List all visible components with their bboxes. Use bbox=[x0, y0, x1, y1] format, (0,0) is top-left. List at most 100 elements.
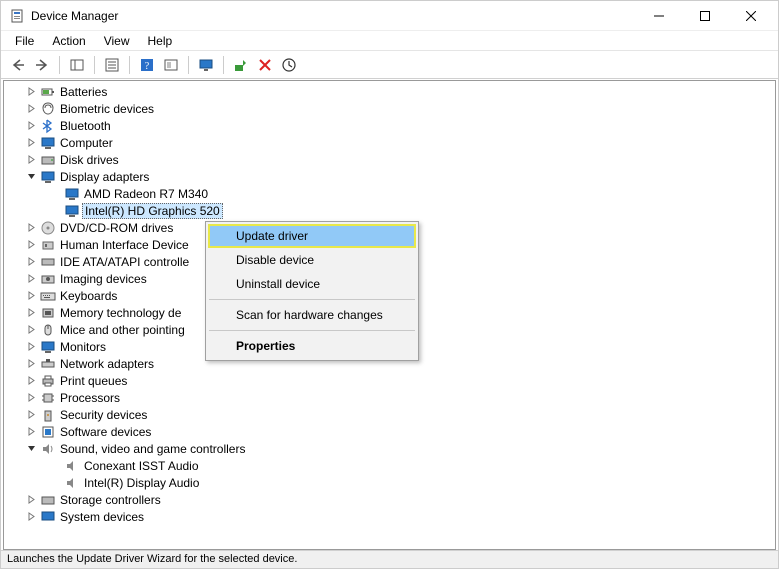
expander-collapsed-icon[interactable] bbox=[24, 238, 38, 252]
expander-none bbox=[48, 204, 62, 218]
tree-label: Batteries bbox=[60, 85, 107, 99]
toolbar-separator bbox=[129, 56, 130, 74]
uninstall-button[interactable] bbox=[254, 54, 276, 76]
toolbar-separator bbox=[188, 56, 189, 74]
expander-collapsed-icon[interactable] bbox=[24, 340, 38, 354]
tree-label: Imaging devices bbox=[60, 272, 147, 286]
tree-label: Storage controllers bbox=[60, 493, 161, 507]
expander-collapsed-icon[interactable] bbox=[24, 493, 38, 507]
expander-collapsed-icon[interactable] bbox=[24, 221, 38, 235]
tree-row[interactable]: Software devices bbox=[4, 423, 775, 440]
tree-row[interactable]: AMD Radeon R7 M340 bbox=[4, 185, 775, 202]
tree-row[interactable]: Security devices bbox=[4, 406, 775, 423]
show-hidden-button[interactable] bbox=[160, 54, 182, 76]
biometric-icon bbox=[40, 101, 56, 117]
maximize-button[interactable] bbox=[682, 1, 728, 31]
dvd-icon bbox=[40, 220, 56, 236]
forward-button[interactable] bbox=[31, 54, 53, 76]
ide-icon bbox=[40, 254, 56, 270]
expander-collapsed-icon[interactable] bbox=[24, 323, 38, 337]
mouse-icon bbox=[40, 322, 56, 338]
tree-label: System devices bbox=[60, 510, 144, 524]
tree-row[interactable]: Storage controllers bbox=[4, 491, 775, 508]
expander-collapsed-icon[interactable] bbox=[24, 136, 38, 150]
expander-collapsed-icon[interactable] bbox=[24, 153, 38, 167]
expander-collapsed-icon[interactable] bbox=[24, 119, 38, 133]
context-disable-device[interactable]: Disable device bbox=[208, 248, 416, 272]
expander-collapsed-icon[interactable] bbox=[24, 85, 38, 99]
tree-row[interactable]: Intel(R) Display Audio bbox=[4, 474, 775, 491]
svg-text:?: ? bbox=[145, 61, 150, 72]
tree-label: Human Interface Device bbox=[60, 238, 189, 252]
network-icon bbox=[40, 356, 56, 372]
tree-row[interactable]: Display adapters bbox=[4, 168, 775, 185]
app-icon bbox=[9, 8, 25, 24]
tree-row-selected[interactable]: Intel(R) HD Graphics 520 bbox=[4, 202, 775, 219]
software-icon bbox=[40, 424, 56, 440]
context-menu: Update driver Disable device Uninstall d… bbox=[205, 221, 419, 361]
update-driver-button[interactable] bbox=[230, 54, 252, 76]
security-icon bbox=[40, 407, 56, 423]
tree-row[interactable]: Computer bbox=[4, 134, 775, 151]
context-update-driver[interactable]: Update driver bbox=[208, 224, 416, 248]
expander-collapsed-icon[interactable] bbox=[24, 510, 38, 524]
titlebar: Device Manager bbox=[1, 1, 778, 31]
tree-row[interactable]: Disk drives bbox=[4, 151, 775, 168]
scan-hardware-button[interactable] bbox=[278, 54, 300, 76]
menu-file[interactable]: File bbox=[7, 32, 42, 50]
expander-collapsed-icon[interactable] bbox=[24, 374, 38, 388]
context-properties[interactable]: Properties bbox=[208, 334, 416, 358]
menu-help[interactable]: Help bbox=[140, 32, 181, 50]
tree-label: Processors bbox=[60, 391, 120, 405]
tree-label: Print queues bbox=[60, 374, 127, 388]
display-adapter-icon bbox=[64, 186, 80, 202]
context-separator bbox=[209, 330, 415, 331]
context-uninstall-device[interactable]: Uninstall device bbox=[208, 272, 416, 296]
tree-row[interactable]: Print queues bbox=[4, 372, 775, 389]
context-scan-hardware[interactable]: Scan for hardware changes bbox=[208, 303, 416, 327]
window-title: Device Manager bbox=[31, 9, 636, 23]
monitor-button[interactable] bbox=[195, 54, 217, 76]
expander-collapsed-icon[interactable] bbox=[24, 306, 38, 320]
hid-icon bbox=[40, 237, 56, 253]
toolbar-separator bbox=[223, 56, 224, 74]
expander-collapsed-icon[interactable] bbox=[24, 357, 38, 371]
imaging-icon bbox=[40, 271, 56, 287]
tree-label: Disk drives bbox=[60, 153, 119, 167]
tree-row[interactable]: Batteries bbox=[4, 83, 775, 100]
show-hide-console-button[interactable] bbox=[66, 54, 88, 76]
expander-collapsed-icon[interactable] bbox=[24, 255, 38, 269]
menu-action[interactable]: Action bbox=[44, 32, 93, 50]
computer-icon bbox=[40, 135, 56, 151]
help-button[interactable]: ? bbox=[136, 54, 158, 76]
bluetooth-icon bbox=[40, 118, 56, 134]
tree-row[interactable]: Processors bbox=[4, 389, 775, 406]
monitor-icon bbox=[40, 339, 56, 355]
tree-row[interactable]: System devices bbox=[4, 508, 775, 525]
tree-label: Network adapters bbox=[60, 357, 154, 371]
expander-collapsed-icon[interactable] bbox=[24, 272, 38, 286]
expander-expanded-icon[interactable] bbox=[24, 442, 38, 456]
tree-row[interactable]: Sound, video and game controllers bbox=[4, 440, 775, 457]
minimize-button[interactable] bbox=[636, 1, 682, 31]
close-button[interactable] bbox=[728, 1, 774, 31]
toolbar-separator bbox=[94, 56, 95, 74]
tree-label: Intel(R) Display Audio bbox=[84, 476, 199, 490]
properties-button[interactable] bbox=[101, 54, 123, 76]
tree-row[interactable]: Bluetooth bbox=[4, 117, 775, 134]
expander-collapsed-icon[interactable] bbox=[24, 425, 38, 439]
expander-collapsed-icon[interactable] bbox=[24, 102, 38, 116]
tree-label: Keyboards bbox=[60, 289, 117, 303]
storage-icon bbox=[40, 492, 56, 508]
tree-label: AMD Radeon R7 M340 bbox=[84, 187, 208, 201]
expander-collapsed-icon[interactable] bbox=[24, 289, 38, 303]
context-separator bbox=[209, 299, 415, 300]
expander-expanded-icon[interactable] bbox=[24, 170, 38, 184]
tree-row[interactable]: Conexant ISST Audio bbox=[4, 457, 775, 474]
tree-label: Bluetooth bbox=[60, 119, 111, 133]
tree-row[interactable]: Biometric devices bbox=[4, 100, 775, 117]
menu-view[interactable]: View bbox=[96, 32, 138, 50]
expander-collapsed-icon[interactable] bbox=[24, 408, 38, 422]
back-button[interactable] bbox=[7, 54, 29, 76]
expander-collapsed-icon[interactable] bbox=[24, 391, 38, 405]
